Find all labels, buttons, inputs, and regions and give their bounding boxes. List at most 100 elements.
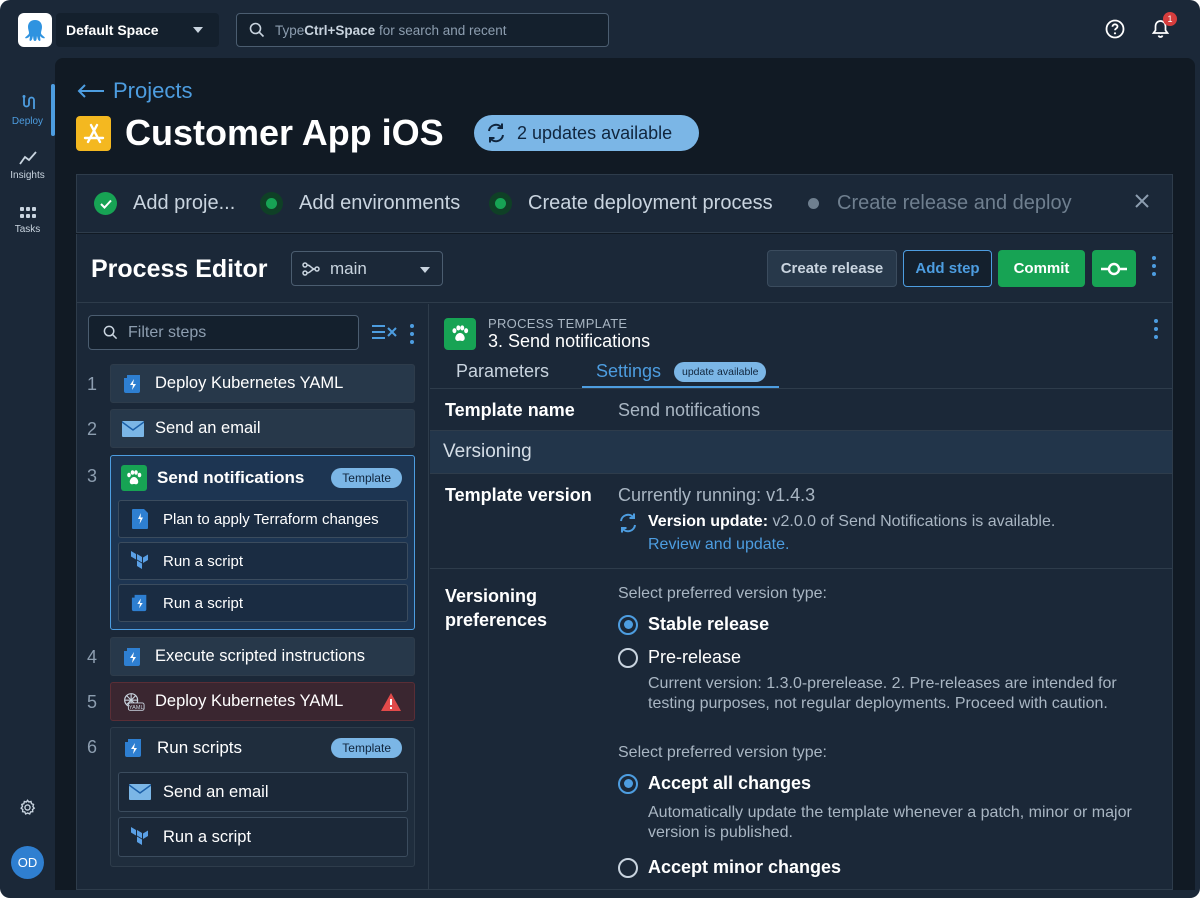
select-version-type-label: Select preferred version type: xyxy=(618,585,827,602)
tab-parameters[interactable]: Parameters xyxy=(456,361,549,382)
paw-icon xyxy=(444,318,476,350)
detail-more-icon[interactable] xyxy=(1154,319,1158,339)
settings-gear-icon[interactable] xyxy=(19,799,36,816)
step-item-warning[interactable]: YAML Deploy Kubernetes YAML xyxy=(110,682,415,721)
pref-label-line1: Versioning xyxy=(445,586,538,606)
versioning-preferences-row: Versioning preferences Select preferred … xyxy=(430,568,1172,890)
tab-settings[interactable]: Settings xyxy=(596,361,661,382)
child-step-item[interactable]: Run a script xyxy=(118,584,408,622)
step-group-header[interactable]: Run scripts Template xyxy=(111,728,414,768)
step-number: 5 xyxy=(87,692,98,712)
stepper-step-add-project[interactable]: Add proje... xyxy=(94,192,235,215)
radio-accept-minor-changes[interactable]: Accept minor changes xyxy=(618,857,841,878)
page-title: Customer App iOS xyxy=(125,112,444,153)
more-options-icon[interactable] xyxy=(1152,256,1156,276)
step-item[interactable]: Deploy Kubernetes YAML xyxy=(110,364,415,403)
template-version-label: Template version xyxy=(445,485,592,505)
steps-more-icon[interactable] xyxy=(410,324,414,344)
step-number: 3 xyxy=(87,466,98,486)
child-step-label: Send an email xyxy=(163,782,269,801)
help-icon[interactable] xyxy=(1105,19,1125,39)
add-step-button[interactable]: Add step xyxy=(903,250,992,287)
top-bar: Default Space Type Ctrl+Space for search… xyxy=(0,0,1200,58)
filter-steps-input[interactable]: Filter steps xyxy=(88,315,359,350)
branch-name: main xyxy=(330,258,367,278)
search-placeholder-post: for search and recent xyxy=(375,22,507,38)
step-label: Deploy Kubernetes YAML xyxy=(155,374,344,392)
sidebar-item-label: Insights xyxy=(10,170,45,181)
radio-accept-all-changes[interactable]: Accept all changes xyxy=(618,773,811,794)
commit-options-button[interactable] xyxy=(1092,250,1136,287)
onboarding-stepper: Add proje... Add environments Create dep… xyxy=(76,174,1173,233)
child-step-label: Plan to apply Terraform changes xyxy=(163,510,379,528)
radio-stable-release[interactable]: Stable release xyxy=(618,614,769,635)
create-release-button[interactable]: Create release xyxy=(767,250,897,287)
sync-icon xyxy=(620,513,636,533)
paw-icon xyxy=(121,465,147,491)
app-store-icon xyxy=(76,116,111,151)
versioning-section-header: Versioning xyxy=(430,430,1172,474)
step-group-selected[interactable]: Send notifications Template Plan to appl… xyxy=(110,455,415,630)
updates-available-button[interactable]: 2 updates available xyxy=(474,115,699,151)
process-editor-header: Process Editor main Create release Add s… xyxy=(77,234,1172,303)
child-step-item[interactable]: Plan to apply Terraform changes xyxy=(118,500,408,538)
pre-release-help: Current version: 1.3.0-prerelease. 2. Pr… xyxy=(648,675,1117,712)
app-window: Default Space Type Ctrl+Space for search… xyxy=(0,0,1200,898)
stepper-step-create-release[interactable]: Create release and deploy xyxy=(802,192,1072,215)
radio-checked-icon xyxy=(618,773,638,794)
child-step-item[interactable]: Run a script xyxy=(118,542,408,580)
step-number: 4 xyxy=(87,647,98,667)
sidebar-item-insights[interactable]: Insights xyxy=(0,150,55,181)
sidebar-item-label: Deploy xyxy=(11,116,44,127)
terraform-icon xyxy=(129,550,151,572)
step-group[interactable]: Run scripts Template Send an email Run a… xyxy=(110,727,415,867)
close-icon[interactable] xyxy=(1134,193,1150,209)
child-step-label: Run a script xyxy=(163,827,252,846)
radio-label: Accept minor changes xyxy=(648,857,842,877)
script-icon xyxy=(121,645,145,669)
search-icon xyxy=(103,325,118,340)
radio-pre-release[interactable]: Pre-release xyxy=(618,647,741,668)
complete-dot-icon xyxy=(489,192,512,215)
process-template-kicker: PROCESS TEMPLATE xyxy=(488,316,628,331)
commit-button[interactable]: Commit xyxy=(998,250,1085,287)
step-number: 2 xyxy=(87,419,98,439)
radio-label: Accept all changes xyxy=(648,773,812,793)
sidebar-item-deploy[interactable]: Deploy xyxy=(0,94,55,127)
collapse-all-icon[interactable] xyxy=(372,324,398,340)
child-step-item[interactable]: Run a script xyxy=(118,817,408,857)
stepper-step-add-environments[interactable]: Add environments xyxy=(260,192,460,215)
step-item[interactable]: Send an email xyxy=(110,409,415,448)
version-update-text: Version update: v2.0.0 of Send Notificat… xyxy=(648,513,1055,531)
octopus-logo-icon[interactable] xyxy=(18,13,52,47)
main-content: Projects Customer App iOS 2 updates avai… xyxy=(55,58,1195,890)
child-step-item[interactable]: Send an email xyxy=(118,772,408,812)
template-name-value: Send notifications xyxy=(618,400,761,420)
steps-pane: Filter steps 1 Deploy Kubernetes YAML 2 … xyxy=(77,304,429,890)
child-step-label: Run a script xyxy=(163,594,244,612)
script-icon xyxy=(121,372,145,396)
search-input[interactable]: Type Ctrl+Space for search and recent xyxy=(236,13,609,47)
sidebar-item-label: Tasks xyxy=(14,224,41,235)
step-group-header[interactable]: Send notifications Template xyxy=(111,456,414,500)
sidebar-item-tasks[interactable]: Tasks xyxy=(0,206,55,235)
radio-unchecked-icon xyxy=(618,857,638,878)
left-sidebar: Deploy Insights Tasks OD xyxy=(0,58,55,898)
select-version-type-label-2: Select preferred version type: xyxy=(618,744,827,761)
git-commit-icon xyxy=(1101,262,1127,275)
git-branch-icon xyxy=(302,261,320,276)
currently-running: Currently running: v1.4.3 xyxy=(618,485,816,505)
tasks-icon xyxy=(19,207,36,218)
user-avatar[interactable]: OD xyxy=(11,846,44,879)
check-circle-icon xyxy=(94,192,117,215)
pending-dot-icon xyxy=(802,192,825,215)
script-icon xyxy=(129,592,151,614)
space-selector[interactable]: Default Space xyxy=(56,13,219,47)
kubernetes-yaml-icon: YAML xyxy=(121,690,145,714)
back-to-projects-link[interactable]: Projects xyxy=(77,78,192,104)
review-and-update-link[interactable]: Review and update. xyxy=(648,536,789,554)
step-label: Send notifications xyxy=(157,468,305,487)
stepper-step-create-deployment-process[interactable]: Create deployment process xyxy=(489,192,773,215)
step-item[interactable]: Execute scripted instructions xyxy=(110,637,415,676)
branch-selector[interactable]: main xyxy=(291,251,443,286)
